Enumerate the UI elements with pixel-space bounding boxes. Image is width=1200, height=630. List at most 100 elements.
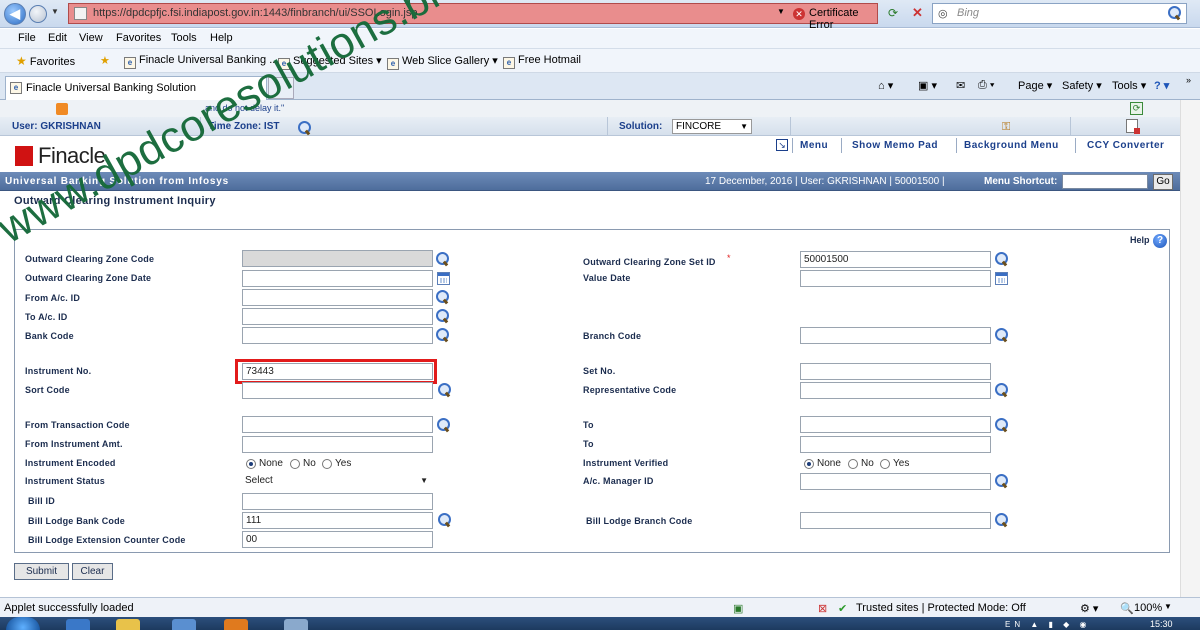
back-button[interactable]: ◀ bbox=[4, 3, 26, 25]
clear-button[interactable]: Clear bbox=[72, 563, 113, 580]
search-icon[interactable] bbox=[438, 383, 451, 397]
bill-lodge-ext-counter-input[interactable]: 00 bbox=[242, 531, 433, 548]
go-button[interactable]: Go bbox=[1153, 174, 1173, 190]
calendar-icon[interactable] bbox=[995, 272, 1008, 285]
tools-menu[interactable]: Tools ▾ bbox=[1112, 79, 1146, 92]
search-icon[interactable] bbox=[995, 383, 1008, 397]
search-icon[interactable] bbox=[995, 513, 1008, 527]
to-tran-code-input[interactable] bbox=[800, 416, 991, 433]
menu-file[interactable]: File bbox=[18, 32, 36, 44]
to-instr-amt-input[interactable] bbox=[800, 436, 991, 453]
favorites-button[interactable]: ★ Favorites bbox=[16, 54, 75, 68]
certificate-error-label[interactable]: Certificate Error bbox=[809, 7, 877, 31]
popup-blocker-icon[interactable]: ⊠ bbox=[818, 602, 827, 615]
calendar-icon[interactable] bbox=[437, 272, 450, 285]
help-label[interactable]: Help bbox=[1130, 235, 1150, 245]
from-tran-code-input[interactable] bbox=[242, 416, 433, 433]
fav-item-free-hotmail[interactable]: e Free Hotmail bbox=[503, 54, 581, 69]
safety-menu[interactable]: Safety ▾ bbox=[1062, 79, 1102, 92]
bill-id-input[interactable] bbox=[242, 493, 433, 510]
menu-view[interactable]: View bbox=[79, 32, 103, 44]
bill-lodge-branch-code-input[interactable] bbox=[800, 512, 991, 529]
page-menu[interactable]: Page ▾ bbox=[1018, 79, 1052, 92]
menu-shortcut-input[interactable] bbox=[1062, 174, 1148, 189]
verified-yes-radio[interactable] bbox=[880, 459, 890, 469]
menu-favorites[interactable]: Favorites bbox=[116, 32, 161, 44]
from-acid-input[interactable] bbox=[242, 289, 433, 306]
help-icon[interactable]: ? bbox=[1153, 234, 1167, 248]
encoded-yes-radio[interactable] bbox=[322, 459, 332, 469]
outward-zone-set-id-input[interactable]: 50001500 bbox=[800, 251, 991, 268]
encoded-none-radio[interactable] bbox=[246, 459, 256, 469]
bank-code-input[interactable] bbox=[242, 327, 433, 344]
ac-manager-id-input[interactable] bbox=[800, 473, 991, 490]
search-icon[interactable] bbox=[437, 418, 450, 432]
app-taskbar-icon[interactable] bbox=[284, 619, 308, 630]
show-memo-pad-link[interactable]: Show Memo Pad bbox=[852, 140, 938, 151]
background-menu-link[interactable]: Background Menu bbox=[964, 140, 1059, 151]
search-icon[interactable] bbox=[995, 474, 1008, 488]
from-instr-amt-input[interactable] bbox=[242, 436, 433, 453]
search-icon[interactable] bbox=[995, 328, 1008, 342]
home-icon[interactable]: ⌂ ▾ bbox=[878, 79, 893, 92]
search-icon[interactable] bbox=[436, 290, 449, 304]
menu-help[interactable]: Help bbox=[210, 32, 233, 44]
zoom-level[interactable]: 100% bbox=[1134, 602, 1162, 614]
encoded-no-radio[interactable] bbox=[290, 459, 300, 469]
key-icon[interactable]: ⚿ bbox=[1002, 121, 1010, 134]
search-icon[interactable] bbox=[438, 513, 451, 527]
menu-link[interactable]: Menu bbox=[800, 140, 828, 151]
fav-item-web-slice-gallery[interactable]: e Web Slice Gallery ▾ bbox=[387, 54, 498, 70]
search-icon[interactable]: ⚲ bbox=[1168, 6, 1181, 20]
menu-edit[interactable]: Edit bbox=[48, 32, 67, 44]
help-menu-icon[interactable]: ? ▾ bbox=[1154, 79, 1169, 92]
start-button[interactable] bbox=[6, 617, 40, 630]
rss-icon[interactable] bbox=[56, 103, 68, 115]
taskbar-clock[interactable]: 15:30 bbox=[1150, 619, 1173, 629]
explorer-taskbar-icon[interactable] bbox=[116, 619, 140, 630]
firefox-taskbar-icon[interactable] bbox=[224, 619, 248, 630]
menu-tools[interactable]: Tools bbox=[171, 32, 197, 44]
chevron-down-icon[interactable]: ▼ bbox=[1164, 602, 1172, 611]
representative-code-input[interactable] bbox=[800, 382, 991, 399]
branch-code-input[interactable] bbox=[800, 327, 991, 344]
search-icon[interactable] bbox=[436, 252, 449, 266]
sort-code-input[interactable] bbox=[242, 382, 433, 399]
feeds-icon[interactable]: ▣ ▾ bbox=[918, 79, 937, 92]
history-dropdown-icon[interactable]: ▼ bbox=[51, 7, 59, 16]
add-favorite-icon[interactable]: ★ bbox=[100, 54, 110, 67]
stop-icon[interactable]: ✕ bbox=[912, 5, 923, 21]
outward-zone-date-input[interactable] bbox=[242, 270, 433, 287]
search-input[interactable]: ◎ Bing ⚲ bbox=[932, 3, 1187, 24]
chevron-right-icon[interactable]: » bbox=[1186, 75, 1191, 85]
mail-icon[interactable]: ✉ bbox=[956, 79, 965, 92]
verified-none-radio[interactable] bbox=[804, 459, 814, 469]
zoom-icon[interactable]: 🔍 bbox=[1120, 602, 1134, 615]
instrument-status-select[interactable]: Select ▼ bbox=[242, 473, 433, 490]
search-icon[interactable] bbox=[436, 328, 449, 342]
search-icon[interactable] bbox=[995, 252, 1008, 266]
search-icon[interactable] bbox=[995, 418, 1008, 432]
certificate-error-icon[interactable]: ✕ bbox=[793, 8, 805, 20]
print-icon[interactable]: ⎙ ▾ bbox=[978, 79, 994, 92]
solution-select[interactable]: FINCORE ▼ bbox=[672, 119, 752, 134]
refresh-icon[interactable]: ⟳ bbox=[888, 6, 898, 20]
address-field[interactable]: https://dpdcpfjc.fsi.indiapost.gov.in:14… bbox=[68, 3, 878, 31]
ie-taskbar-icon[interactable] bbox=[66, 619, 90, 630]
system-tray[interactable]: EN ▲ ▮ ◆ ◉ bbox=[1005, 620, 1090, 629]
search-icon[interactable] bbox=[436, 309, 449, 323]
outward-zone-code-input[interactable] bbox=[242, 250, 433, 267]
media-taskbar-icon[interactable] bbox=[172, 619, 196, 630]
set-no-input[interactable] bbox=[800, 363, 991, 380]
vertical-scrollbar[interactable] bbox=[1180, 100, 1200, 597]
forward-button[interactable] bbox=[29, 5, 47, 23]
bill-lodge-bank-code-input[interactable]: 111 bbox=[242, 512, 433, 529]
ccy-converter-link[interactable]: CCY Converter bbox=[1087, 140, 1164, 151]
protected-mode-icon[interactable]: ⚙ ▾ bbox=[1080, 602, 1098, 615]
search-icon[interactable] bbox=[298, 121, 311, 135]
verified-no-radio[interactable] bbox=[848, 459, 858, 469]
to-acid-input[interactable] bbox=[242, 308, 433, 325]
zone-text[interactable]: Trusted sites | Protected Mode: Off bbox=[856, 602, 1026, 614]
value-date-input[interactable] bbox=[800, 270, 991, 287]
exit-icon[interactable] bbox=[1126, 119, 1140, 134]
